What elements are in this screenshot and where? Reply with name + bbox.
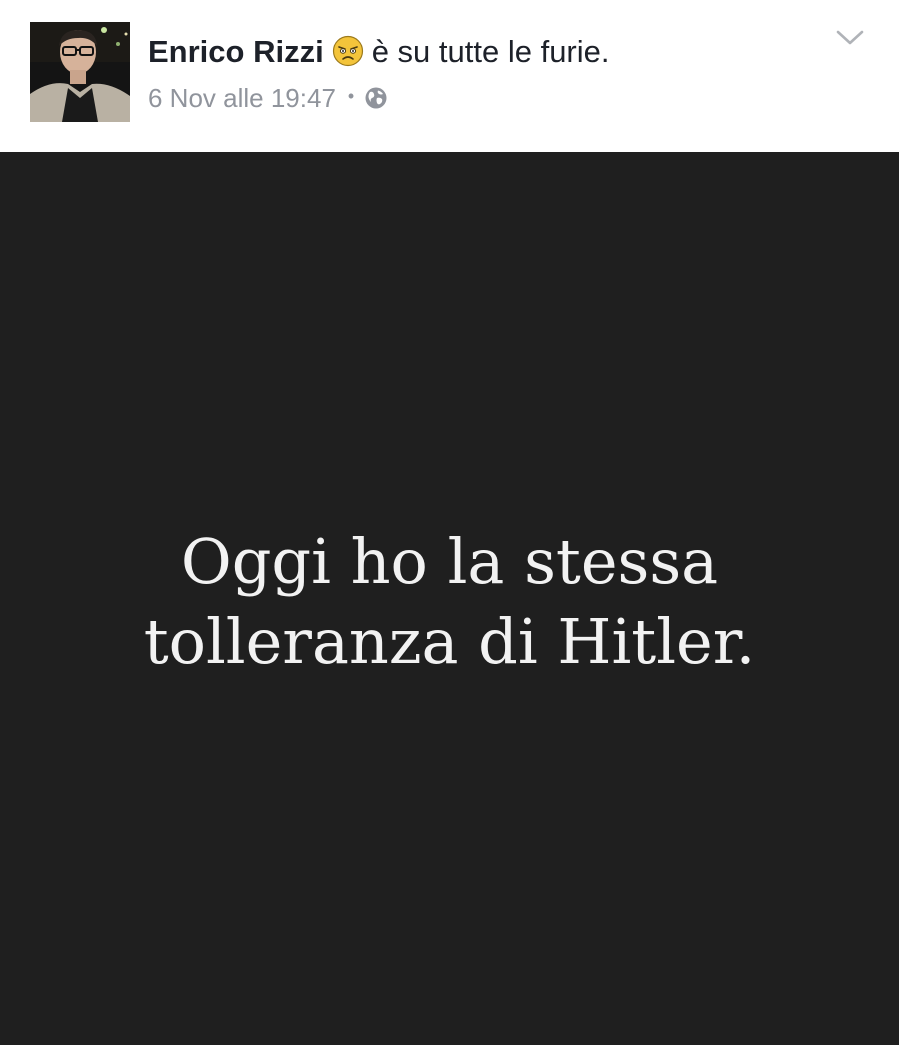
quote-line-2: tolleranza di Hitler. bbox=[143, 605, 756, 678]
author-name-link[interactable]: Enrico Rizzi bbox=[148, 36, 324, 67]
facebook-post: Enrico Rizzi è su tutte le furie. 6 Nov … bbox=[0, 0, 899, 1045]
post-image[interactable]: Oggi ho la stessa tolleranza di Hitler. bbox=[0, 152, 899, 1045]
globe-icon[interactable] bbox=[364, 86, 388, 110]
author-line: Enrico Rizzi è su tutte le furie. bbox=[148, 26, 610, 76]
angry-face-emoji-icon bbox=[332, 35, 364, 67]
post-meta: 6 Nov alle 19:47 • bbox=[148, 80, 388, 116]
post-timestamp[interactable]: 6 Nov alle 19:47 bbox=[148, 83, 336, 114]
chevron-down-icon[interactable] bbox=[834, 24, 866, 52]
quote-line-1: Oggi ho la stessa bbox=[180, 525, 719, 598]
post-header: Enrico Rizzi è su tutte le furie. 6 Nov … bbox=[0, 0, 899, 152]
author-avatar[interactable] bbox=[30, 22, 130, 122]
meta-separator: • bbox=[347, 85, 355, 106]
feeling-text: è su tutte le furie. bbox=[371, 33, 610, 69]
image-quote-text: Oggi ho la stessa tolleranza di Hitler. bbox=[0, 522, 899, 682]
